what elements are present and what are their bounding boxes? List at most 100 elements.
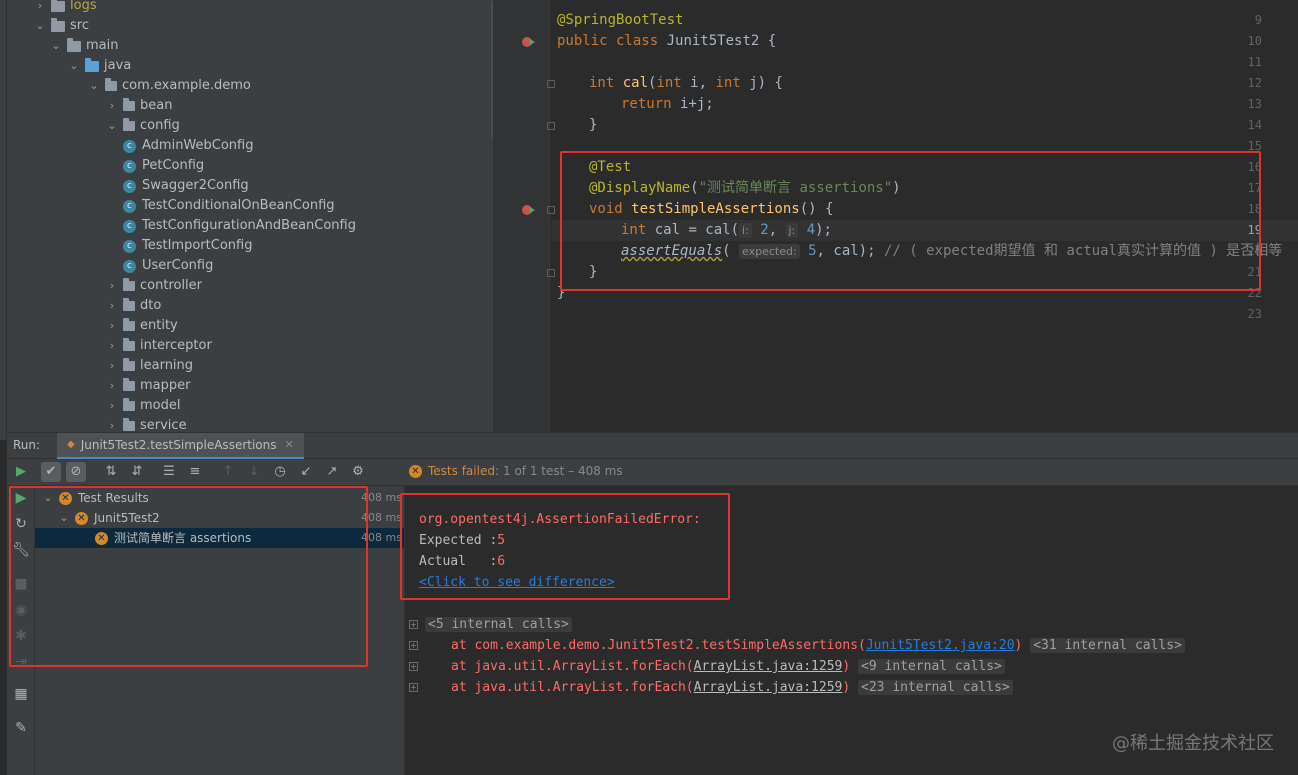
keyword: return bbox=[621, 96, 672, 112]
history-icon[interactable]: ◷ bbox=[270, 462, 290, 482]
folded-internal-calls[interactable]: <9 internal calls> bbox=[858, 659, 1005, 674]
chevron-right-icon[interactable]: › bbox=[33, 0, 47, 16]
project-tree: › logs ⌄ src ⌄ main ⌄ java ⌄ com.example.demo › bea… bbox=[7, 0, 493, 432]
stack-trace-line: at java.util.ArrayList.forEach(ArrayList… bbox=[451, 656, 1005, 677]
tree-item-service[interactable]: › service bbox=[105, 416, 187, 432]
chevron-right-icon[interactable]: › bbox=[105, 276, 119, 296]
sort-duration-icon[interactable]: ⇵ bbox=[127, 462, 147, 482]
show-passed-icon[interactable]: ✔ bbox=[41, 462, 61, 482]
tree-item-com-example-demo[interactable]: ⌄ com.example.demo bbox=[87, 76, 251, 96]
fold-marker-icon[interactable] bbox=[547, 269, 555, 277]
chevron-down-icon[interactable]: ⌄ bbox=[67, 56, 81, 76]
tree-item-adminwebconfig[interactable]: c AdminWebConfig bbox=[123, 136, 253, 156]
folded-internal-calls[interactable]: <23 internal calls> bbox=[858, 680, 1013, 695]
param-j: j bbox=[740, 75, 758, 91]
tree-item-testconditionalonbeanconfig[interactable]: c TestConditionalOnBeanConfig bbox=[123, 196, 335, 216]
folded-internal-calls[interactable]: <5 internal calls> bbox=[425, 617, 572, 632]
layout-icon[interactable]: ▦ bbox=[12, 685, 30, 703]
chevron-right-icon[interactable]: › bbox=[105, 396, 119, 416]
stack-trace-line: at java.util.ArrayList.forEach(ArrayList… bbox=[451, 677, 1013, 698]
tree-item-logs[interactable]: › logs bbox=[33, 0, 97, 16]
source-link[interactable]: ArrayList.java:1259 bbox=[694, 659, 843, 674]
package-icon bbox=[123, 298, 135, 311]
paren: ) bbox=[842, 659, 851, 674]
tree-item-petconfig[interactable]: c PetConfig bbox=[123, 156, 204, 176]
package-icon bbox=[123, 98, 135, 111]
expand-icon[interactable]: + bbox=[409, 641, 418, 650]
expand-icon[interactable]: + bbox=[409, 683, 418, 692]
chevron-right-icon[interactable]: › bbox=[105, 96, 119, 116]
tree-item-main[interactable]: ⌄ main bbox=[49, 36, 118, 56]
expand-all-icon[interactable]: ☰ bbox=[159, 462, 179, 482]
tree-item-label: config bbox=[140, 118, 180, 133]
chevron-down-icon[interactable]: ⌄ bbox=[49, 36, 63, 56]
keyword: int bbox=[589, 75, 615, 91]
return-expr: i+j; bbox=[671, 96, 714, 112]
show-ignored-icon[interactable]: ⊘ bbox=[66, 462, 86, 482]
tree-item-model[interactable]: › model bbox=[105, 396, 180, 416]
fold-marker-icon[interactable] bbox=[547, 206, 555, 214]
watermark: @稀土掘金技术社区 bbox=[1112, 733, 1274, 754]
class-name: Junit5Test2 { bbox=[658, 33, 777, 49]
fold-marker-icon[interactable] bbox=[547, 122, 555, 130]
tree-item-bean[interactable]: › bean bbox=[105, 96, 172, 116]
test-config-icon: ◆ bbox=[67, 439, 75, 450]
run-tab[interactable]: ◆ Junit5Test2.testSimpleAssertions ✕ bbox=[57, 433, 304, 459]
rerun-icon[interactable]: ▶ bbox=[11, 462, 31, 482]
folded-internal-calls[interactable]: <31 internal calls> bbox=[1030, 638, 1185, 653]
tree-item-testimportconfig[interactable]: c TestImportConfig bbox=[123, 236, 252, 256]
pin-icon[interactable]: ✎ bbox=[12, 719, 30, 737]
keyword: public class bbox=[557, 33, 659, 49]
tree-item-src[interactable]: ⌄ src bbox=[33, 16, 89, 36]
chevron-down-icon[interactable]: ⌄ bbox=[33, 16, 47, 36]
chevron-right-icon[interactable]: › bbox=[105, 416, 119, 432]
tree-item-java[interactable]: ⌄ java bbox=[67, 56, 131, 76]
tree-item-testconfigurationandbeanconfig[interactable]: c TestConfigurationAndBeanConfig bbox=[123, 216, 356, 236]
chevron-right-icon[interactable]: › bbox=[105, 296, 119, 316]
comma: , bbox=[698, 75, 716, 91]
chevron-right-icon[interactable]: › bbox=[105, 336, 119, 356]
tree-item-label: TestConditionalOnBeanConfig bbox=[142, 198, 335, 213]
run-test-gutter-icon[interactable] bbox=[521, 35, 535, 49]
run-test-gutter-icon[interactable] bbox=[521, 203, 535, 217]
tree-item-config[interactable]: ⌄ config bbox=[105, 116, 180, 136]
expand-icon[interactable]: + bbox=[409, 620, 418, 629]
package-icon bbox=[123, 278, 135, 291]
tree-item-label: java bbox=[104, 58, 132, 73]
sort-alpha-icon[interactable]: ⇅ bbox=[101, 462, 121, 482]
line-number: 14 bbox=[1247, 118, 1262, 132]
code-line-14: } bbox=[589, 115, 597, 136]
source-link[interactable]: Junit5Test2.java:20 bbox=[866, 638, 1015, 653]
tree-item-interceptor[interactable]: › interceptor bbox=[105, 336, 212, 356]
tree-item-entity[interactable]: › entity bbox=[105, 316, 178, 336]
left-tool-strip bbox=[0, 0, 7, 440]
collapse-all-icon[interactable]: ≡ bbox=[185, 462, 205, 482]
package-icon bbox=[123, 118, 135, 131]
line-number: 10 bbox=[1247, 34, 1262, 48]
chevron-right-icon[interactable]: › bbox=[105, 376, 119, 396]
close-icon[interactable]: ✕ bbox=[285, 432, 294, 458]
export-tests-icon[interactable]: ↗ bbox=[322, 462, 342, 482]
tree-item-mapper[interactable]: › mapper bbox=[105, 376, 190, 396]
expand-icon[interactable]: + bbox=[409, 662, 418, 671]
paren: ) bbox=[842, 680, 851, 695]
run-toolbar: ▶ ✔ ⊘ ⇅ ⇵ ☰ ≡ ↑ ↓ ◷ ↙ ↗ ⚙ ✕ Tests failed… bbox=[7, 459, 1298, 486]
tree-item-learning[interactable]: › learning bbox=[105, 356, 193, 376]
tree-item-dto[interactable]: › dto bbox=[105, 296, 161, 316]
tree-item-controller[interactable]: › controller bbox=[105, 276, 202, 296]
tree-item-label: entity bbox=[140, 318, 178, 333]
settings-icon[interactable]: ⚙ bbox=[348, 462, 368, 482]
chevron-right-icon[interactable]: › bbox=[105, 316, 119, 336]
chevron-down-icon[interactable]: ⌄ bbox=[105, 116, 119, 136]
previous-failed-icon[interactable]: ↑ bbox=[218, 462, 238, 482]
chevron-down-icon[interactable]: ⌄ bbox=[87, 76, 101, 96]
tree-item-swagger2config[interactable]: c Swagger2Config bbox=[123, 176, 249, 196]
chevron-right-icon[interactable]: › bbox=[105, 356, 119, 376]
fold-marker-icon[interactable] bbox=[547, 80, 555, 88]
highlight-box-test-tree bbox=[9, 486, 368, 667]
code-editor[interactable]: 9 10 11 12 13 14 15 16 17 18 19 20 21 22 23 @SpringBoo… bbox=[493, 0, 1298, 432]
tree-item-userconfig[interactable]: c UserConfig bbox=[123, 256, 213, 276]
import-tests-icon[interactable]: ↙ bbox=[296, 462, 316, 482]
next-failed-icon[interactable]: ↓ bbox=[244, 462, 264, 482]
source-link[interactable]: ArrayList.java:1259 bbox=[694, 680, 843, 695]
